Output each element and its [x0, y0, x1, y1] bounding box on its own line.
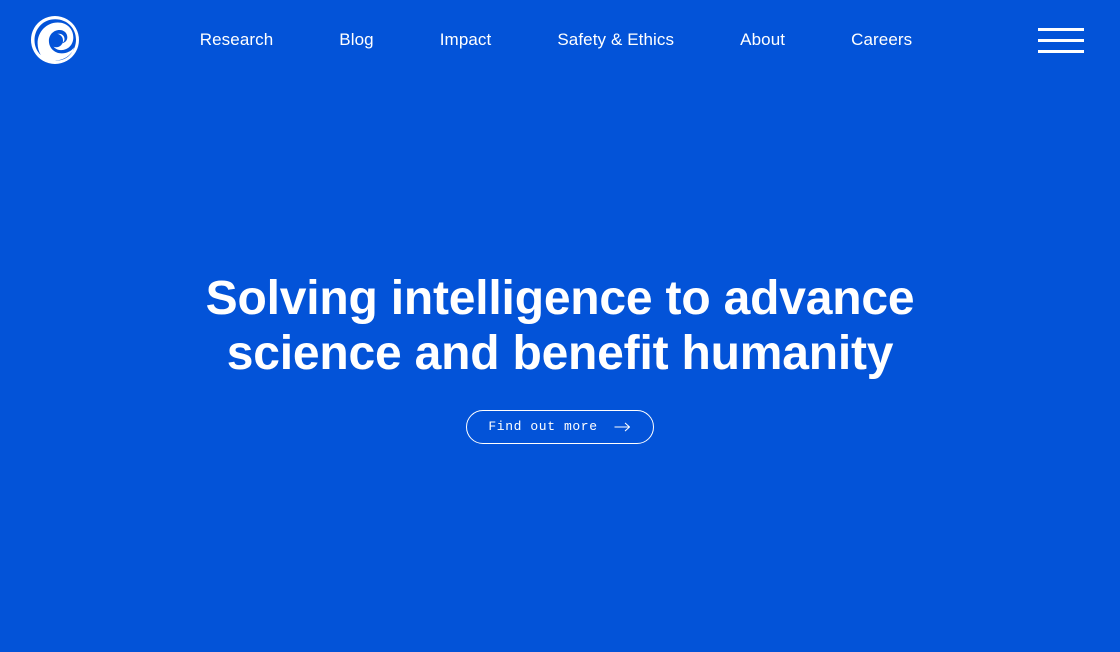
menu-bar-bottom [1038, 49, 1084, 53]
nav-item-blog[interactable]: Blog [306, 22, 406, 58]
nav-item-impact[interactable]: Impact [407, 22, 525, 58]
arrow-right-icon [613, 421, 632, 433]
logo-core [49, 33, 63, 48]
find-out-more-label: Find out more [488, 419, 598, 434]
site-header: Research Blog Impact Safety & Ethics Abo… [0, 0, 1120, 80]
nav-item-about[interactable]: About [707, 22, 818, 58]
nav-item-careers[interactable]: Careers [818, 22, 945, 58]
nav-item-safety-ethics[interactable]: Safety & Ethics [524, 22, 707, 58]
hero-section: Solving intelligence to advance science … [0, 80, 1120, 652]
menu-bar-middle [1038, 38, 1084, 42]
deepmind-spiral-logo-icon [30, 16, 79, 64]
primary-navigation: Research Blog Impact Safety & Ethics Abo… [74, 22, 1038, 58]
menu-bar-top [1038, 27, 1084, 31]
brand-logo-link[interactable] [30, 15, 80, 65]
find-out-more-button[interactable]: Find out more [466, 409, 654, 444]
nav-item-research[interactable]: Research [167, 22, 307, 58]
hero-heading: Solving intelligence to advance science … [205, 271, 915, 380]
hamburger-menu-icon[interactable] [1038, 23, 1084, 57]
